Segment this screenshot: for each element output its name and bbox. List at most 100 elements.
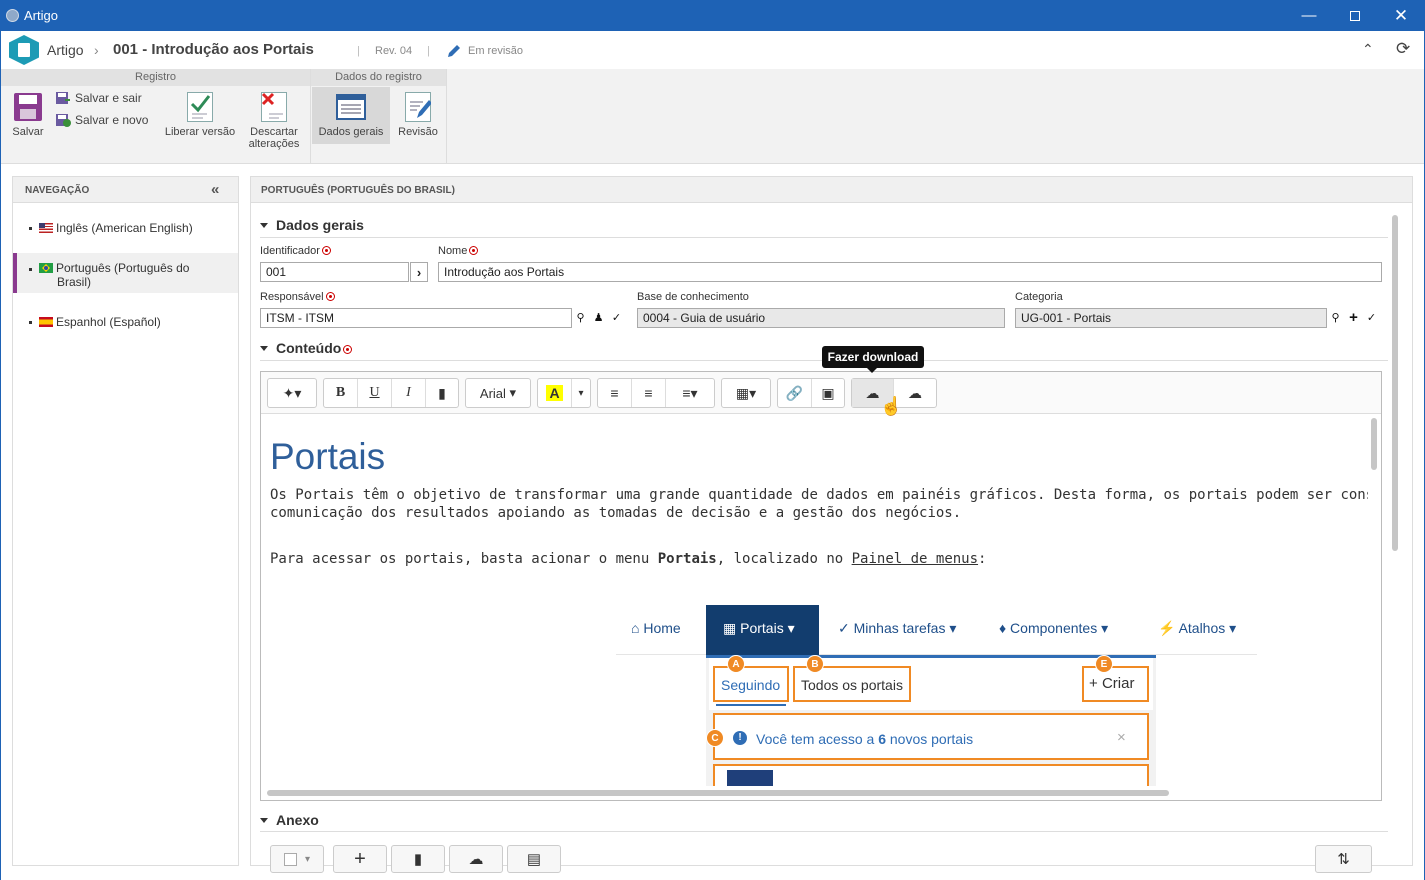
search-icon[interactable]: ⚲ xyxy=(1327,308,1344,327)
style-group: ✦▾ xyxy=(267,378,317,408)
responsavel-label: Responsável xyxy=(260,291,335,303)
record-header: Artigo › 001 - Introdução aos Portais | … xyxy=(0,31,1425,69)
nome-input[interactable]: Introdução aos Portais xyxy=(438,262,1382,282)
embedded-menu-componentes: ♦ Componentes ▾ xyxy=(999,620,1109,636)
chevron-right-icon[interactable]: › xyxy=(410,262,428,282)
dados-gerais-button[interactable]: Dados gerais xyxy=(312,87,390,144)
magic-wand-icon[interactable]: ✦▾ xyxy=(268,379,316,407)
user-icon[interactable]: ♟ xyxy=(590,308,607,327)
window-title: Artigo xyxy=(24,8,58,23)
required-icon xyxy=(469,246,479,255)
underline-button[interactable]: U xyxy=(358,379,392,407)
required-icon xyxy=(321,246,331,255)
embedded-menu-home: ⌂ Home xyxy=(631,620,681,636)
portal-thumbnail xyxy=(727,770,773,786)
nome-label: Nome xyxy=(438,245,479,257)
descartar-label-2: alterações xyxy=(248,138,300,150)
embedded-tab-seguindo: Seguindo xyxy=(721,677,781,693)
add-attachment-button[interactable]: + xyxy=(333,845,387,873)
salvar-sair-label: Salvar e sair xyxy=(75,91,142,105)
breadcrumb-artigo[interactable]: Artigo xyxy=(47,42,84,58)
nav-item-portugues[interactable]: Português (Português do Brasil) xyxy=(13,253,238,293)
embedded-menu-portais: ▦ Portais ▾ xyxy=(723,620,795,636)
ribbon-group-registro: Registro xyxy=(1,69,310,86)
editor-v-scrollbar[interactable] xyxy=(1371,418,1377,470)
nav-item-label-cont: Brasil) xyxy=(57,275,92,289)
revisao-button[interactable]: Revisão xyxy=(395,92,441,138)
add-icon[interactable]: + xyxy=(1345,308,1362,327)
refresh-icon[interactable]: ⟳ xyxy=(1396,39,1410,59)
format-group: B U I ▮ xyxy=(323,378,459,408)
descartar-button[interactable]: Descartar alterações xyxy=(243,92,305,150)
pencil-icon xyxy=(446,43,462,59)
content-paragraph-line2: comunicação dos resultados apoiando as t… xyxy=(270,505,962,521)
content-heading: Portais xyxy=(270,436,386,477)
required-icon xyxy=(343,345,353,354)
delete-attachment-icon[interactable]: ▮ xyxy=(391,845,445,873)
bullet-list-icon[interactable]: ≡ xyxy=(598,379,632,407)
discard-changes-icon xyxy=(261,92,287,122)
salvar-novo-button[interactable]: Salvar e novo xyxy=(55,113,148,127)
select-all-checkbox[interactable]: ▾ xyxy=(270,845,324,873)
numbered-list-icon[interactable]: ≡ xyxy=(632,379,666,407)
chevron-down-icon[interactable]: ▾ xyxy=(572,379,590,407)
search-icon[interactable]: ⚲ xyxy=(572,308,589,327)
section-dados-gerais[interactable]: Dados gerais xyxy=(260,217,364,233)
es-flag-icon xyxy=(39,317,53,327)
embedded-tab-todos: Todos os portais xyxy=(801,677,903,693)
cloud-download-icon[interactable]: ☁ xyxy=(449,845,503,873)
clear-icon[interactable]: ✓ xyxy=(1363,308,1380,327)
clear-icon[interactable]: ✓ xyxy=(608,308,625,327)
categoria-input: UG-001 - Portais xyxy=(1015,308,1327,328)
section-conteudo[interactable]: Conteúdo xyxy=(260,340,353,356)
main-scrollbar[interactable] xyxy=(1392,215,1398,551)
badge-a: A xyxy=(727,655,745,673)
home-icon: ⌂ xyxy=(631,620,640,636)
liberar-versao-button[interactable]: Liberar versão xyxy=(161,92,239,138)
painel-link[interactable]: Painel de menus xyxy=(852,551,978,567)
grid-icon: ▦ xyxy=(723,620,737,636)
collapse-nav-icon[interactable]: « xyxy=(211,181,219,198)
bolt-icon: ⚡ xyxy=(1158,620,1176,636)
base-label: Base de conhecimento xyxy=(637,291,749,303)
separator: | xyxy=(427,45,430,57)
editor-h-scrollbar[interactable] xyxy=(267,790,1169,796)
responsavel-input[interactable]: ITSM - ITSM xyxy=(260,308,572,328)
print-icon[interactable]: ▤ xyxy=(507,845,561,873)
app-icon xyxy=(6,9,19,22)
ribbon-toolbar: Registro Dados do registro Salvar Salvar… xyxy=(0,69,1425,164)
align-icon[interactable]: ≡▾ xyxy=(666,379,714,407)
salvar-button[interactable]: Salvar xyxy=(7,92,49,138)
nav-item-ingles[interactable]: Inglês (American English) xyxy=(13,221,238,241)
nav-header: NAVEGAÇÃO xyxy=(13,177,238,203)
us-flag-icon xyxy=(39,223,53,233)
link-icon[interactable]: 🔗 xyxy=(778,379,812,407)
salvar-sair-button[interactable]: Salvar e sair xyxy=(55,91,142,105)
embedded-menu-tarefas: ✓ Minhas tarefas ▾ xyxy=(838,620,957,636)
embedded-alert: Você tem acesso a 6 novos portais xyxy=(756,731,974,747)
table-group: ▦▾ xyxy=(721,378,771,408)
sort-icon[interactable]: ⇅ xyxy=(1315,845,1372,873)
italic-button[interactable]: I xyxy=(392,379,426,407)
window-titlebar: Artigo — ✕ xyxy=(0,0,1425,31)
close-button[interactable]: ✕ xyxy=(1378,0,1424,31)
minimize-button[interactable]: — xyxy=(1286,0,1332,31)
revision-label: Rev. 04 xyxy=(375,45,413,57)
image-icon[interactable]: ▣ xyxy=(812,379,844,407)
collapse-header-icon[interactable]: ⌃ xyxy=(1362,41,1374,58)
bold-button[interactable]: B xyxy=(324,379,358,407)
table-icon[interactable]: ▦▾ xyxy=(722,379,770,407)
section-anexo[interactable]: Anexo xyxy=(260,812,319,828)
identificador-input[interactable]: 001 xyxy=(260,262,409,282)
main-header: PORTUGUÊS (PORTUGUÊS DO BRASIL) xyxy=(251,177,1412,203)
embedded-menu-atalhos: ⚡ Atalhos ▾ xyxy=(1158,620,1237,636)
close-icon: × xyxy=(1117,729,1126,746)
eraser-icon[interactable]: ▮ xyxy=(426,379,458,407)
revisao-label: Revisão xyxy=(398,126,438,138)
highlight-color-icon[interactable]: A xyxy=(538,379,572,407)
nav-item-espanhol[interactable]: Espanhol (Español) xyxy=(13,315,238,335)
nav-item-label: Português (Português do xyxy=(56,261,190,275)
font-dropdown[interactable]: Arial ▾ xyxy=(466,379,530,407)
content-paragraph-line1: Os Portais têm o objetivo de transformar… xyxy=(270,487,1368,503)
maximize-button[interactable] xyxy=(1332,0,1378,31)
